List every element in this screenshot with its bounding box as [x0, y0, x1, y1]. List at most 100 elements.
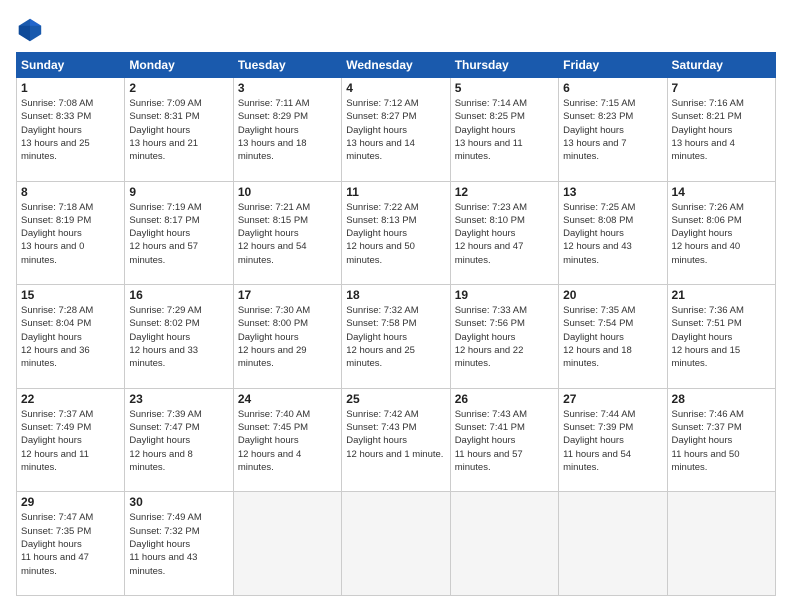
- calendar-cell: 29 Sunrise: 7:47 AMSunset: 7:35 PMDayligh…: [17, 492, 125, 596]
- day-number: 24: [238, 392, 337, 406]
- day-number: 29: [21, 495, 120, 509]
- day-number: 11: [346, 185, 445, 199]
- calendar-cell: 13 Sunrise: 7:25 AMSunset: 8:08 PMDayligh…: [559, 181, 667, 285]
- calendar-cell: 3 Sunrise: 7:11 AMSunset: 8:29 PMDaylight…: [233, 78, 341, 182]
- calendar-cell: [559, 492, 667, 596]
- day-number: 23: [129, 392, 228, 406]
- day-info: Sunrise: 7:30 AMSunset: 8:00 PMDaylight …: [238, 304, 337, 370]
- calendar-cell: 20 Sunrise: 7:35 AMSunset: 7:54 PMDayligh…: [559, 285, 667, 389]
- calendar-cell: 4 Sunrise: 7:12 AMSunset: 8:27 PMDaylight…: [342, 78, 450, 182]
- day-info: Sunrise: 7:11 AMSunset: 8:29 PMDaylight …: [238, 97, 337, 163]
- day-info: Sunrise: 7:33 AMSunset: 7:56 PMDaylight …: [455, 304, 554, 370]
- calendar-cell: [342, 492, 450, 596]
- day-info: Sunrise: 7:16 AMSunset: 8:21 PMDaylight …: [672, 97, 771, 163]
- day-info: Sunrise: 7:46 AMSunset: 7:37 PMDaylight …: [672, 408, 771, 474]
- calendar-week-row: 29 Sunrise: 7:47 AMSunset: 7:35 PMDayligh…: [17, 492, 776, 596]
- day-number: 12: [455, 185, 554, 199]
- page: SundayMondayTuesdayWednesdayThursdayFrid…: [0, 0, 792, 612]
- day-number: 26: [455, 392, 554, 406]
- day-info: Sunrise: 7:39 AMSunset: 7:47 PMDaylight …: [129, 408, 228, 474]
- calendar-cell: 9 Sunrise: 7:19 AMSunset: 8:17 PMDaylight…: [125, 181, 233, 285]
- day-info: Sunrise: 7:29 AMSunset: 8:02 PMDaylight …: [129, 304, 228, 370]
- day-info: Sunrise: 7:44 AMSunset: 7:39 PMDaylight …: [563, 408, 662, 474]
- day-info: Sunrise: 7:42 AMSunset: 7:43 PMDaylight …: [346, 408, 445, 461]
- calendar-cell: 17 Sunrise: 7:30 AMSunset: 8:00 PMDayligh…: [233, 285, 341, 389]
- calendar-cell: 26 Sunrise: 7:43 AMSunset: 7:41 PMDayligh…: [450, 388, 558, 492]
- day-number: 1: [21, 81, 120, 95]
- day-info: Sunrise: 7:28 AMSunset: 8:04 PMDaylight …: [21, 304, 120, 370]
- weekday-header-sunday: Sunday: [17, 53, 125, 78]
- calendar-cell: 25 Sunrise: 7:42 AMSunset: 7:43 PMDayligh…: [342, 388, 450, 492]
- day-number: 16: [129, 288, 228, 302]
- day-number: 3: [238, 81, 337, 95]
- day-info: Sunrise: 7:32 AMSunset: 7:58 PMDaylight …: [346, 304, 445, 370]
- weekday-header-monday: Monday: [125, 53, 233, 78]
- calendar-week-row: 15 Sunrise: 7:28 AMSunset: 8:04 PMDayligh…: [17, 285, 776, 389]
- calendar-cell: 19 Sunrise: 7:33 AMSunset: 7:56 PMDayligh…: [450, 285, 558, 389]
- calendar-cell: 22Sunrise: 7:37 AMSunset: 7:49 PMDayligh…: [17, 388, 125, 492]
- day-number: 21: [672, 288, 771, 302]
- day-number: 19: [455, 288, 554, 302]
- day-info: Sunrise: 7:49 AMSunset: 7:32 PMDaylight …: [129, 511, 228, 577]
- calendar-cell: 6Sunrise: 7:15 AMSunset: 8:23 PMDaylight…: [559, 78, 667, 182]
- calendar-cell: 14 Sunrise: 7:26 AMSunset: 8:06 PMDayligh…: [667, 181, 775, 285]
- calendar-cell: 27Sunrise: 7:44 AMSunset: 7:39 PMDayligh…: [559, 388, 667, 492]
- calendar-cell: 23 Sunrise: 7:39 AMSunset: 7:47 PMDayligh…: [125, 388, 233, 492]
- day-number: 2: [129, 81, 228, 95]
- weekday-header-row: SundayMondayTuesdayWednesdayThursdayFrid…: [17, 53, 776, 78]
- day-info: Sunrise: 7:15 AMSunset: 8:23 PMDaylight …: [563, 97, 662, 163]
- day-info: Sunrise: 7:14 AMSunset: 8:25 PMDaylight …: [455, 97, 554, 163]
- day-number: 25: [346, 392, 445, 406]
- day-number: 28: [672, 392, 771, 406]
- calendar-week-row: 22Sunrise: 7:37 AMSunset: 7:49 PMDayligh…: [17, 388, 776, 492]
- calendar-week-row: 8Sunrise: 7:18 AMSunset: 8:19 PMDaylight…: [17, 181, 776, 285]
- day-info: Sunrise: 7:19 AMSunset: 8:17 PMDaylight …: [129, 201, 228, 267]
- logo-icon: [16, 16, 44, 44]
- calendar-table: SundayMondayTuesdayWednesdayThursdayFrid…: [16, 52, 776, 596]
- day-info: Sunrise: 7:22 AMSunset: 8:13 PMDaylight …: [346, 201, 445, 267]
- calendar-cell: 10Sunrise: 7:21 AMSunset: 8:15 PMDayligh…: [233, 181, 341, 285]
- day-info: Sunrise: 7:36 AMSunset: 7:51 PMDaylight …: [672, 304, 771, 370]
- calendar-cell: 30 Sunrise: 7:49 AMSunset: 7:32 PMDayligh…: [125, 492, 233, 596]
- day-number: 30: [129, 495, 228, 509]
- day-info: Sunrise: 7:40 AMSunset: 7:45 PMDaylight …: [238, 408, 337, 474]
- weekday-header-friday: Friday: [559, 53, 667, 78]
- day-number: 18: [346, 288, 445, 302]
- header: [16, 16, 776, 44]
- day-info: Sunrise: 7:09 AMSunset: 8:31 PMDaylight …: [129, 97, 228, 163]
- day-info: Sunrise: 7:23 AMSunset: 8:10 PMDaylight …: [455, 201, 554, 267]
- day-number: 4: [346, 81, 445, 95]
- calendar-cell: 18 Sunrise: 7:32 AMSunset: 7:58 PMDayligh…: [342, 285, 450, 389]
- calendar-cell: [450, 492, 558, 596]
- day-number: 14: [672, 185, 771, 199]
- day-info: Sunrise: 7:43 AMSunset: 7:41 PMDaylight …: [455, 408, 554, 474]
- calendar-cell: 7 Sunrise: 7:16 AMSunset: 8:21 PMDaylight…: [667, 78, 775, 182]
- day-info: Sunrise: 7:47 AMSunset: 7:35 PMDaylight …: [21, 511, 120, 577]
- day-number: 8: [21, 185, 120, 199]
- logo: [16, 16, 48, 44]
- day-number: 13: [563, 185, 662, 199]
- calendar-cell: [233, 492, 341, 596]
- day-number: 7: [672, 81, 771, 95]
- day-info: Sunrise: 7:08 AMSunset: 8:33 PMDaylight …: [21, 97, 120, 163]
- day-number: 5: [455, 81, 554, 95]
- calendar-cell: [667, 492, 775, 596]
- day-number: 22: [21, 392, 120, 406]
- calendar-cell: 21 Sunrise: 7:36 AMSunset: 7:51 PMDayligh…: [667, 285, 775, 389]
- day-number: 20: [563, 288, 662, 302]
- calendar-cell: 15 Sunrise: 7:28 AMSunset: 8:04 PMDayligh…: [17, 285, 125, 389]
- day-info: Sunrise: 7:12 AMSunset: 8:27 PMDaylight …: [346, 97, 445, 163]
- calendar-cell: 8Sunrise: 7:18 AMSunset: 8:19 PMDaylight…: [17, 181, 125, 285]
- calendar-cell: 28 Sunrise: 7:46 AMSunset: 7:37 PMDayligh…: [667, 388, 775, 492]
- calendar-cell: 16 Sunrise: 7:29 AMSunset: 8:02 PMDayligh…: [125, 285, 233, 389]
- calendar-cell: 2 Sunrise: 7:09 AMSunset: 8:31 PMDaylight…: [125, 78, 233, 182]
- day-info: Sunrise: 7:25 AMSunset: 8:08 PMDaylight …: [563, 201, 662, 267]
- day-number: 17: [238, 288, 337, 302]
- calendar-cell: 5 Sunrise: 7:14 AMSunset: 8:25 PMDaylight…: [450, 78, 558, 182]
- day-info: Sunrise: 7:35 AMSunset: 7:54 PMDaylight …: [563, 304, 662, 370]
- calendar-cell: 11 Sunrise: 7:22 AMSunset: 8:13 PMDayligh…: [342, 181, 450, 285]
- day-number: 15: [21, 288, 120, 302]
- weekday-header-tuesday: Tuesday: [233, 53, 341, 78]
- day-info: Sunrise: 7:26 AMSunset: 8:06 PMDaylight …: [672, 201, 771, 267]
- day-number: 9: [129, 185, 228, 199]
